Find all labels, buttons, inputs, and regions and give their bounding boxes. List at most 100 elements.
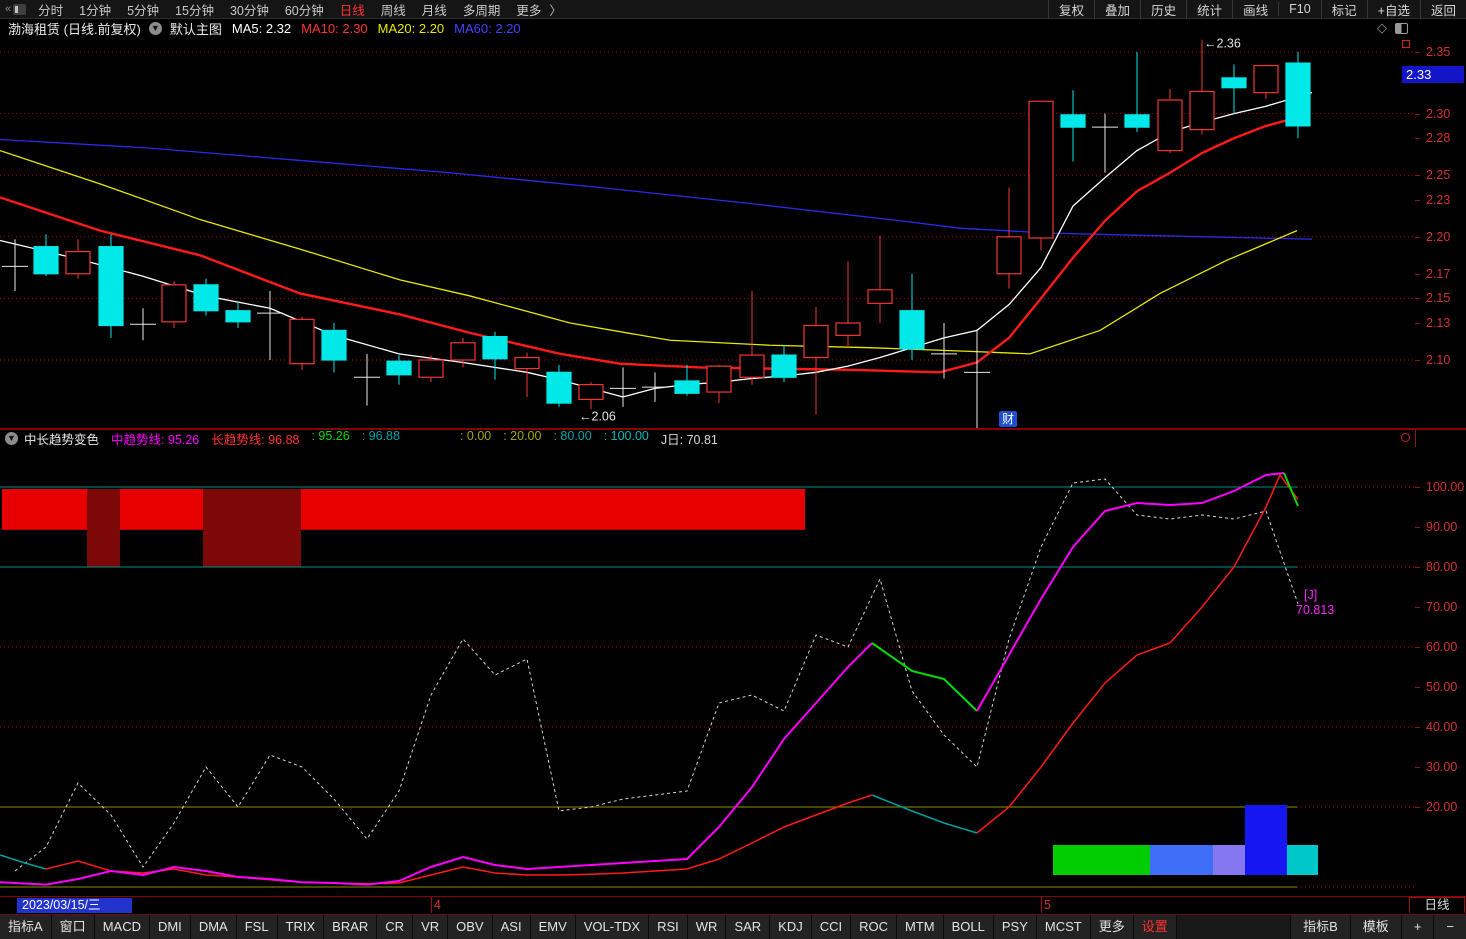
ma-values: MA5: 2.32 MA10: 2.30 MA20: 2.20 MA60: 2.20 xyxy=(222,21,521,36)
tool-menu-F10[interactable]: F10 xyxy=(1278,2,1321,16)
toolbar-item-指标A[interactable]: 指标A xyxy=(0,915,52,939)
toolbar-item-指标B[interactable]: 指标B xyxy=(1290,915,1350,939)
toolbar-item-EMV[interactable]: EMV xyxy=(530,915,576,939)
series-中趋势线 xyxy=(871,642,978,712)
toolbar-item-TRIX[interactable]: TRIX xyxy=(277,915,325,939)
toolbar-item-BRAR[interactable]: BRAR xyxy=(324,915,378,939)
tool-menu-画线[interactable]: 画线 xyxy=(1232,0,1278,19)
period-tab-60分钟[interactable]: 60分钟 xyxy=(277,0,332,19)
toolbar-item-+[interactable]: + xyxy=(1400,915,1434,939)
series-长趋势线 xyxy=(976,473,1299,834)
price-axis-label: 2.15 xyxy=(1415,291,1466,305)
period-menu: 分时 1分钟 5分钟 15分钟 30分钟 60分钟 日线 周线 月线 多周期 更多 xyxy=(30,0,549,18)
price-axis-label: 2.13 xyxy=(1415,316,1466,330)
toolbar-item-PSY[interactable]: PSY xyxy=(993,915,1037,939)
tool-menu-复权[interactable]: 复权 xyxy=(1048,0,1094,19)
indicator-name[interactable]: 中长趋势变色 xyxy=(24,429,99,448)
price-axis-label: 2.35 xyxy=(1415,45,1466,59)
tool-menu-历史[interactable]: 历史 xyxy=(1140,0,1186,19)
tool-menu-叠加[interactable]: 叠加 xyxy=(1094,0,1140,19)
toolbar-item-FSL[interactable]: FSL xyxy=(236,915,278,939)
more-chevron-icon[interactable]: 〉 xyxy=(549,0,568,19)
candlestick-layer xyxy=(2,39,1311,428)
indicator-value: : 100.00 xyxy=(603,429,649,443)
main-candlestick-chart[interactable]: ←2.36 ←2.06 xyxy=(0,38,1415,428)
financial-report-badge[interactable]: 财 xyxy=(999,411,1017,427)
price-axis: 2.352.332.302.282.252.232.202.172.152.13… xyxy=(1415,38,1466,429)
toolbar-item-−[interactable]: − xyxy=(1433,915,1466,939)
price-axis-label: 2.28 xyxy=(1415,131,1466,145)
month-tick xyxy=(1041,897,1042,913)
panel-collapse-icon[interactable] xyxy=(1401,433,1410,442)
toolbar-item-OBV[interactable]: OBV xyxy=(448,915,493,939)
toolbar-item-DMA[interactable]: DMA xyxy=(190,915,237,939)
current-price-badge: 2.33 xyxy=(1402,66,1464,83)
indicator-value: : 80.00 xyxy=(553,429,592,443)
indicator-value: : 96.88 xyxy=(361,429,400,443)
indicator-chart[interactable]: [J]70.813 xyxy=(0,447,1415,896)
indicator-header: ▼ 中长趋势变色 中趋势线: 95.26 长趋势线: 96.88: 95.26: … xyxy=(0,429,1415,448)
period-tab-分时[interactable]: 分时 xyxy=(30,0,71,19)
toolbar-item-VR[interactable]: VR xyxy=(413,915,449,939)
indicator-value: : 20.00 xyxy=(503,429,542,443)
toolbar-item-CCI[interactable]: CCI xyxy=(811,915,852,939)
period-tab-1分钟[interactable]: 1分钟 xyxy=(71,0,119,19)
toolbar-item-ROC[interactable]: ROC xyxy=(851,915,898,939)
ma-value: MA10: 2.30 xyxy=(301,21,368,36)
period-tab-15分钟[interactable]: 15分钟 xyxy=(167,0,222,19)
toolbar-item-设置[interactable]: 设置 xyxy=(1133,915,1177,939)
toolbar-item-WR[interactable]: WR xyxy=(687,915,727,939)
period-tab-月线[interactable]: 月线 xyxy=(414,0,455,19)
ma-lines-layer xyxy=(0,92,1313,398)
price-axis-label: 2.30 xyxy=(1415,107,1466,121)
period-tab-30分钟[interactable]: 30分钟 xyxy=(222,0,277,19)
toolbar-item-KDJ[interactable]: KDJ xyxy=(770,915,812,939)
toolbar-item-MTM[interactable]: MTM xyxy=(897,915,944,939)
period-tab-日线[interactable]: 日线 xyxy=(332,0,373,19)
period-tab-周线[interactable]: 周线 xyxy=(373,0,414,19)
period-tab-5分钟[interactable]: 5分钟 xyxy=(119,0,167,19)
toolbar-item-SAR[interactable]: SAR xyxy=(726,915,771,939)
toolbar-item-ASI[interactable]: ASI xyxy=(492,915,531,939)
tool-menu-标记[interactable]: 标记 xyxy=(1320,0,1367,19)
toolbar-item-MCST[interactable]: MCST xyxy=(1036,915,1091,939)
collapse-panel-icon[interactable]: « xyxy=(0,3,30,15)
indicator-series-layer xyxy=(0,472,1299,886)
chevron-down-icon[interactable]: ▼ xyxy=(5,432,18,445)
histogram-bar-layer xyxy=(1053,805,1318,875)
price-axis-label: 2.10 xyxy=(1415,353,1466,367)
period-tab-更多[interactable]: 更多 xyxy=(508,0,549,19)
indicator-axis-label: 100.00 xyxy=(1415,480,1466,494)
date-badge: 2023/03/15/三 xyxy=(17,898,132,913)
indicator-axis-label: 70.00 xyxy=(1415,600,1466,614)
indicator-value: 中趋势线: 95.26 xyxy=(111,433,200,447)
tool-menu-+自选[interactable]: +自选 xyxy=(1366,0,1420,19)
toolbar-item-VOL-TDX[interactable]: VOL-TDX xyxy=(575,915,650,939)
series-长趋势线 xyxy=(0,854,47,870)
toolbar-item-RSI[interactable]: RSI xyxy=(649,915,688,939)
panel-control-icon[interactable] xyxy=(1402,40,1410,48)
indicator-axis-label: 90.00 xyxy=(1415,520,1466,534)
series-长趋势线 xyxy=(45,794,873,885)
period-tab-多周期[interactable]: 多周期 xyxy=(455,0,509,19)
indicator-axis-label: 60.00 xyxy=(1415,640,1466,654)
chevron-down-icon[interactable]: ▼ xyxy=(148,22,162,35)
toolbar-item-更多[interactable]: 更多 xyxy=(1090,915,1134,939)
toolbar-item-模板[interactable]: 模板 xyxy=(1349,915,1401,939)
diamond-icon[interactable]: ◇ xyxy=(1377,21,1387,35)
layout-label[interactable]: 默认主图 xyxy=(170,19,222,38)
toolbar-item-窗口[interactable]: 窗口 xyxy=(51,915,95,939)
toolbar-item-CR[interactable]: CR xyxy=(377,915,414,939)
price-axis-label: 2.23 xyxy=(1415,193,1466,207)
split-window-icon[interactable] xyxy=(1395,22,1408,34)
toolbar-item-DMI[interactable]: DMI xyxy=(149,915,191,939)
month-tick xyxy=(431,897,432,913)
period-indicator: 日线 xyxy=(1409,897,1465,913)
toolbar-item-BOLL[interactable]: BOLL xyxy=(943,915,994,939)
toolbar-item-MACD[interactable]: MACD xyxy=(94,915,150,939)
tool-menu-返回[interactable]: 返回 xyxy=(1419,0,1466,19)
ma-value: MA20: 2.20 xyxy=(377,21,445,36)
tool-menu-统计[interactable]: 统计 xyxy=(1186,0,1232,19)
price-annotation: ←2.06 xyxy=(579,410,616,424)
ma-line-MA10 xyxy=(0,116,1299,374)
